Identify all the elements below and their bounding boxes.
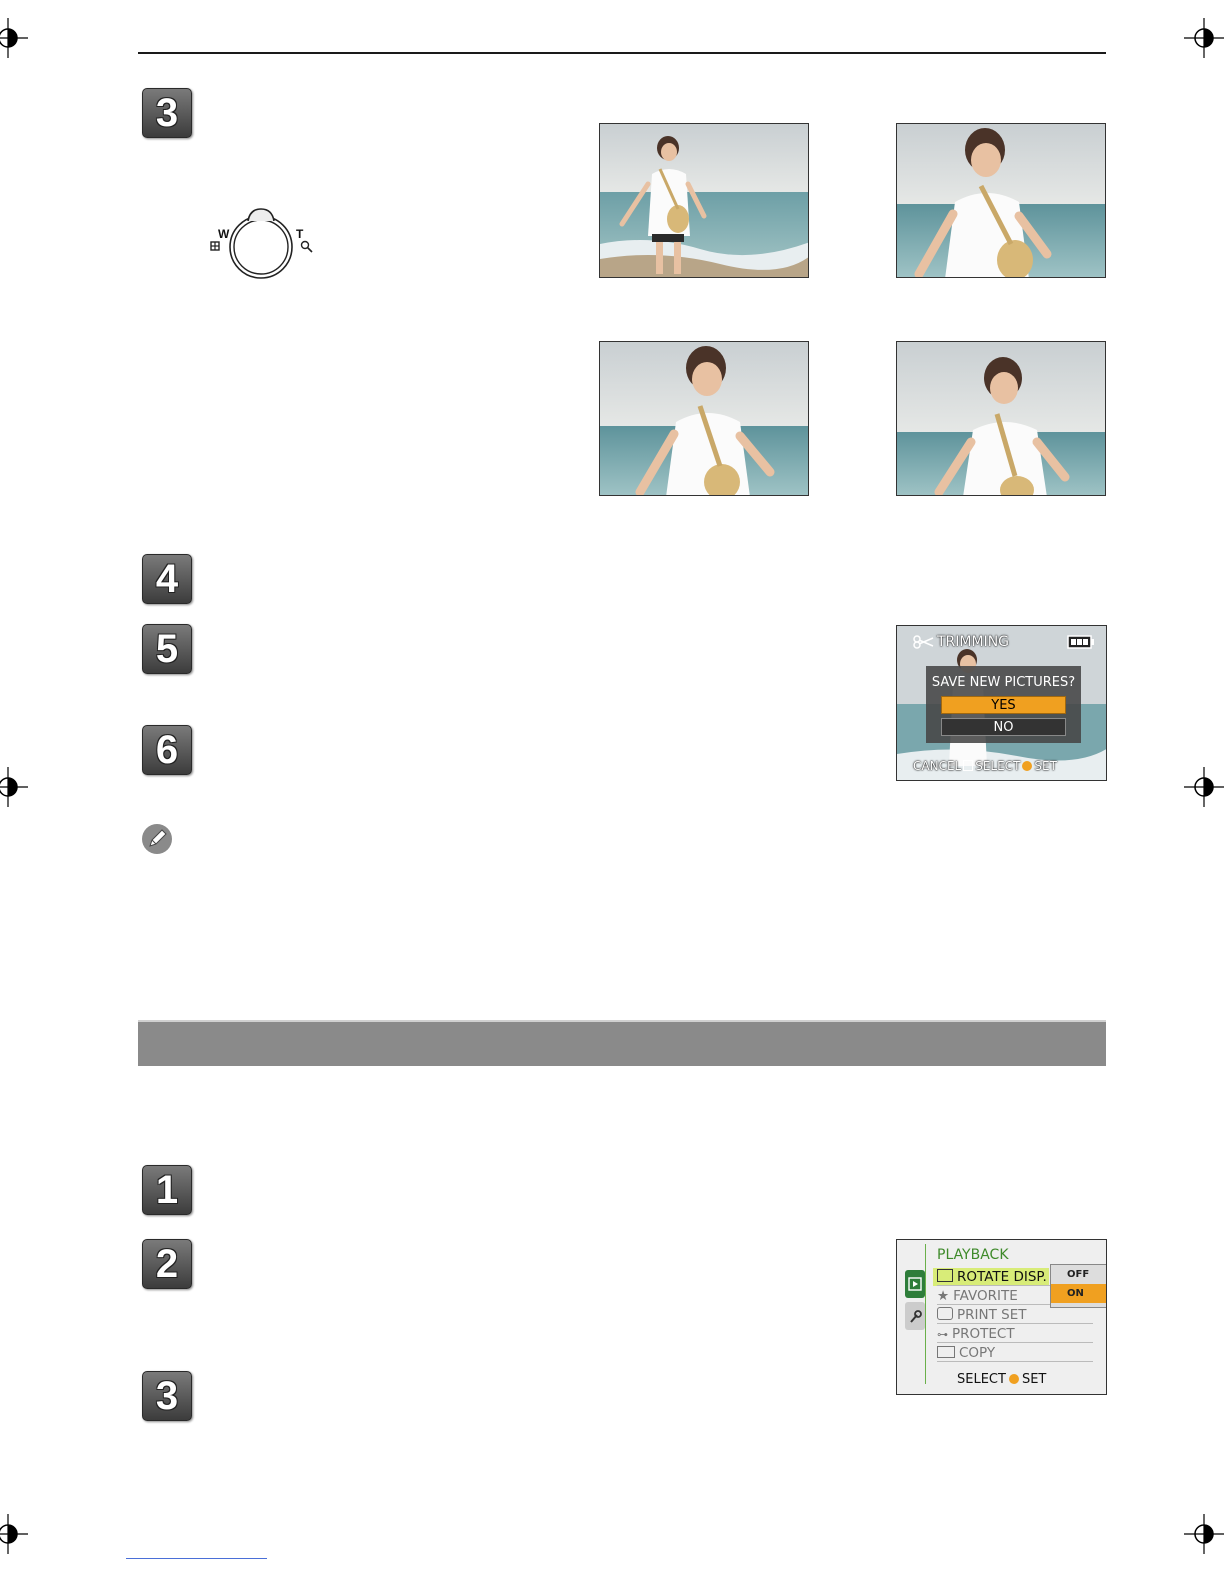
step-3-badge: 3 [142, 88, 192, 138]
battery-icon [1067, 635, 1094, 649]
registration-mark-icon [0, 767, 28, 807]
step-1-badge: 1 [142, 1165, 192, 1215]
print-icon [937, 1307, 953, 1320]
menu-item-label: PROTECT [952, 1326, 1015, 1342]
rotate-icon [937, 1269, 953, 1282]
cursor-button-icon [1008, 1374, 1019, 1384]
menu-item-copy[interactable]: COPY [937, 1344, 995, 1362]
trash-icon [963, 760, 974, 771]
key-icon: ⊶ [937, 1328, 948, 1341]
step-4-badge: 4 [142, 554, 192, 604]
header-rule [138, 52, 1106, 54]
beach-girl-photo [897, 342, 1105, 495]
playback-menu-screen: PLAYBACK ROTATE DISP. ★ FAVORITE PRINT SE… [896, 1239, 1107, 1395]
menu-item-label: FAVORITE [953, 1288, 1018, 1304]
setup-tab[interactable] [905, 1302, 925, 1330]
trimming-photo-zoom-1 [896, 123, 1106, 278]
step-6-badge: 6 [142, 725, 192, 775]
menu-footer: SELECT SET [957, 1372, 1046, 1387]
trimming-footer: CANCEL SELECT SET [913, 759, 1103, 777]
menu-item-favorite[interactable]: ★ FAVORITE [937, 1287, 1018, 1305]
section-header-bar [138, 1020, 1106, 1066]
no-button[interactable]: NO [941, 718, 1066, 736]
menu-separator [937, 1342, 1093, 1343]
step-3-badge: 3 [142, 1371, 192, 1421]
yes-button[interactable]: YES [941, 696, 1066, 714]
menu-item-print-set[interactable]: PRINT SET [937, 1306, 1026, 1324]
select-label: SELECT [975, 759, 1021, 773]
trimming-photo-wide [599, 123, 809, 278]
option-off[interactable]: OFF [1051, 1265, 1106, 1284]
menu-item-rotate-disp[interactable]: ROTATE DISP. [937, 1268, 1047, 1286]
save-dialog-question: SAVE NEW PICTURES? [931, 675, 1076, 690]
option-on[interactable]: ON [1051, 1284, 1106, 1303]
registration-mark-icon [1184, 18, 1224, 58]
step-2-badge: 2 [142, 1239, 192, 1289]
registration-mark-icon [1184, 767, 1224, 807]
set-label: SET [1034, 759, 1057, 773]
menu-title: PLAYBACK [937, 1247, 1009, 1263]
menu-separator [937, 1361, 1093, 1362]
play-icon [908, 1277, 922, 1291]
save-dialog: SAVE NEW PICTURES? YES NO [926, 666, 1081, 743]
registration-mark-icon [0, 18, 28, 58]
cursor-button-icon [1022, 761, 1033, 771]
option-popup: OFF ON [1050, 1264, 1106, 1308]
zoom-tele-label: T [296, 227, 304, 241]
beach-girl-photo [897, 124, 1105, 277]
footer-link-underline [126, 1558, 267, 1559]
scissors-icon [913, 635, 934, 649]
registration-mark-icon [1184, 1514, 1224, 1554]
trimming-photo-zoom-2 [599, 341, 809, 496]
zoom-lever-icon [210, 208, 313, 279]
menu-item-label: COPY [959, 1345, 996, 1361]
select-label: SELECT [957, 1372, 1006, 1387]
trimming-photo-zoom-3 [896, 341, 1106, 496]
beach-girl-photo [600, 342, 808, 495]
menu-divider [925, 1244, 926, 1384]
menu-item-label: ROTATE DISP. [957, 1269, 1047, 1285]
copy-icon [937, 1346, 955, 1358]
playback-tab[interactable] [905, 1270, 925, 1298]
trimming-confirm-screen: TRIMMING SAVE NEW PICTURES? YES NO CANCE… [896, 625, 1107, 781]
registration-mark-icon [0, 1514, 28, 1554]
beach-girl-photo [600, 124, 808, 277]
star-icon: ★ [937, 1288, 950, 1304]
wrench-icon [910, 1310, 922, 1323]
step-5-badge: 5 [142, 624, 192, 674]
set-label: SET [1021, 1372, 1047, 1387]
note-pencil-icon [142, 824, 172, 854]
zoom-lever-illustration: W T [208, 205, 318, 287]
menu-item-label: PRINT SET [957, 1307, 1027, 1323]
cancel-label: CANCEL [913, 759, 962, 773]
menu-separator [937, 1323, 1093, 1324]
trimming-title: TRIMMING [937, 634, 1010, 650]
zoom-wide-label: W [218, 227, 230, 241]
